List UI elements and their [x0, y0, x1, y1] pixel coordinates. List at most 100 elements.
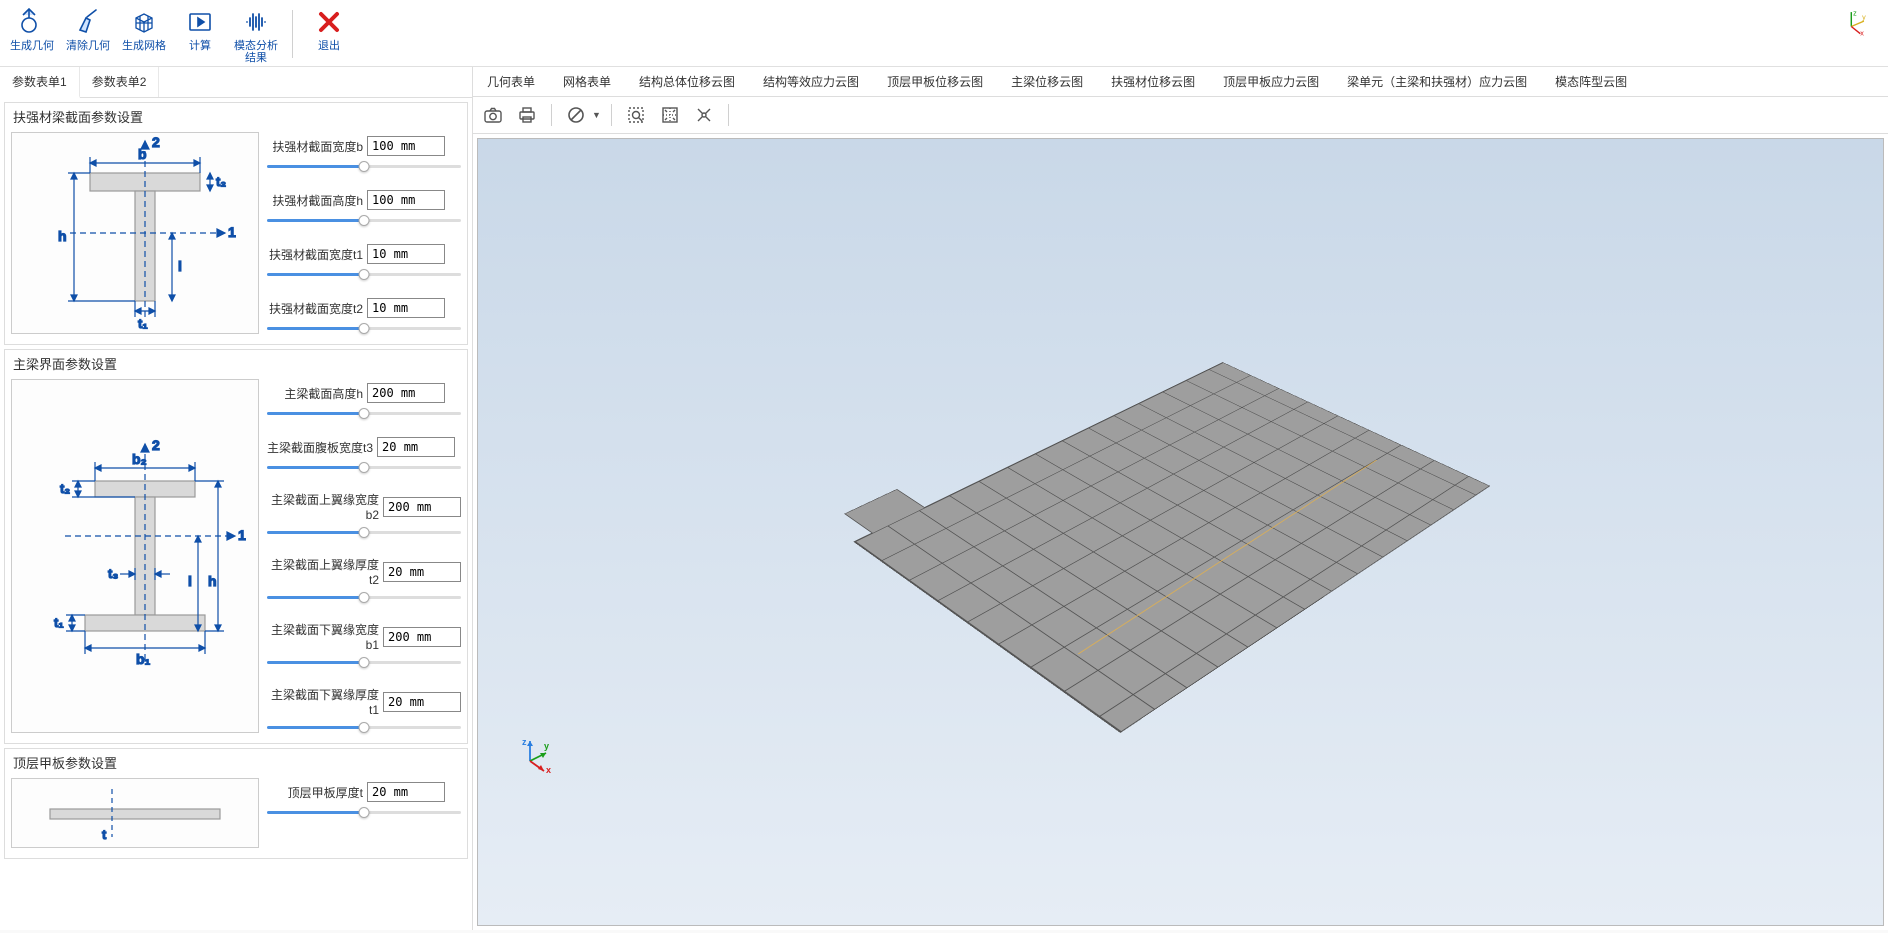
param-label: 顶层甲板厚度t [267, 784, 363, 801]
tab-modal-shape[interactable]: 模态阵型云图 [1541, 67, 1641, 96]
clear-geo-button[interactable]: 清除几何 [62, 6, 114, 62]
i-section-diagram: 2 1 b₂ t₂ [11, 379, 259, 733]
param-t1-input[interactable] [367, 244, 445, 264]
svg-text:x: x [1860, 29, 1864, 36]
gen-geo-label: 生成几何 [10, 40, 54, 52]
dropdown-caret-icon[interactable]: ▼ [592, 110, 601, 120]
screenshot-button[interactable] [479, 101, 507, 129]
svg-text:t₁: t₁ [54, 615, 64, 630]
param-b-slider[interactable] [267, 160, 461, 172]
clear-geo-label: 清除几何 [66, 40, 110, 52]
svg-text:1: 1 [238, 527, 246, 543]
exit-label: 退出 [318, 40, 340, 52]
fit-view-button[interactable] [656, 101, 684, 129]
param-mb-h-input[interactable] [367, 383, 445, 403]
play-icon [186, 8, 214, 36]
param-b: 扶强材截面宽度b [267, 136, 461, 172]
param-label: 扶强材截面高度h [267, 192, 363, 209]
tab-top-deck-stress[interactable]: 顶层甲板应力云图 [1209, 67, 1333, 96]
svg-text:2: 2 [152, 437, 160, 453]
param-label: 扶强材截面宽度t1 [267, 246, 363, 263]
param-t1: 扶强材截面宽度t1 [267, 244, 461, 280]
param-mb-h-slider[interactable] [267, 407, 461, 419]
zoom-box-button[interactable] [622, 101, 650, 129]
tab-top-deck-displacement[interactable]: 顶层甲板位移云图 [873, 67, 997, 96]
tab-beam-element-stress[interactable]: 梁单元（主梁和扶强材）应力云图 [1333, 67, 1541, 96]
stiffener-params: 扶强材截面宽度b 扶强材截面高度h 扶强 [267, 132, 461, 334]
tab-equivalent-stress[interactable]: 结构等效应力云图 [749, 67, 873, 96]
gen-geo-icon [18, 8, 46, 36]
param-mb-t1-input[interactable] [383, 692, 461, 712]
param-mb-t2-slider[interactable] [267, 591, 461, 603]
cancel-view-button[interactable] [562, 101, 590, 129]
param-t2-slider[interactable] [267, 322, 461, 334]
param-label: 主梁截面下翼缘宽度b1 [267, 621, 379, 652]
param-label: 扶强材截面宽度b [267, 138, 363, 155]
gen-mesh-button[interactable]: 生成网格 [118, 6, 170, 62]
svg-text:1: 1 [228, 224, 236, 240]
param-mb-t2-input[interactable] [383, 562, 461, 582]
tab-mesh-form[interactable]: 网格表单 [549, 67, 625, 96]
tab-main-beam-displacement[interactable]: 主梁位移云图 [997, 67, 1097, 96]
svg-text:i: i [188, 573, 192, 589]
param-mb-b2-slider[interactable] [267, 526, 461, 538]
right-panel: 几何表单 网格表单 结构总体位移云图 结构等效应力云图 顶层甲板位移云图 主梁位… [473, 67, 1888, 930]
axis-orientation-button[interactable]: z y x [1841, 9, 1866, 34]
gen-geo-button[interactable]: 生成几何 [6, 6, 58, 62]
param-t2: 扶强材截面宽度t2 [267, 298, 461, 334]
param-mb-t3: 主梁截面腹板宽度t3 [267, 437, 461, 473]
svg-text:2: 2 [152, 134, 160, 150]
3d-viewport[interactable]: z y x [477, 138, 1884, 926]
group-title: 主梁界面参数设置 [5, 350, 467, 377]
svg-text:y: y [544, 741, 549, 751]
main-beam-params: 主梁截面高度h 主梁截面腹板宽度t3 主梁截面上翼缘宽度b2 [267, 379, 461, 733]
param-deck-t-slider[interactable] [267, 806, 461, 818]
zoom-selection-icon [626, 105, 646, 125]
brush-icon [74, 8, 102, 36]
print-button[interactable] [513, 101, 541, 129]
svg-text:h: h [58, 228, 67, 244]
tab-param-form-2[interactable]: 参数表单2 [80, 67, 160, 97]
svg-text:b₂: b₂ [132, 451, 147, 467]
param-t1-slider[interactable] [267, 268, 461, 280]
param-h-input[interactable] [367, 190, 445, 210]
view-separator [728, 104, 729, 126]
main-area: 参数表单1 参数表单2 扶强材梁截面参数设置 [0, 67, 1888, 930]
mesh-cube-icon [130, 8, 158, 36]
top-deck-params: 顶层甲板厚度t [267, 778, 461, 848]
tab-geometry-form[interactable]: 几何表单 [473, 67, 549, 96]
viewport-axis-triad: z y x [516, 735, 556, 775]
param-label: 主梁截面高度h [267, 385, 363, 402]
compute-button[interactable]: 计算 [174, 6, 226, 62]
svg-text:h: h [208, 573, 217, 589]
left-panel: 参数表单1 参数表单2 扶强材梁截面参数设置 [0, 67, 473, 930]
param-mb-b2-input[interactable] [383, 497, 461, 517]
fit-all-icon [660, 105, 680, 125]
waveform-icon [242, 8, 270, 36]
modal-results-label: 模态分析结果 [232, 40, 280, 64]
param-mb-b1-slider[interactable] [267, 656, 461, 668]
close-x-icon [315, 8, 343, 36]
param-b-input[interactable] [367, 136, 445, 156]
tab-total-displacement[interactable]: 结构总体位移云图 [625, 67, 749, 96]
param-deck-t-input[interactable] [367, 782, 445, 802]
param-label: 主梁截面上翼缘宽度b2 [267, 491, 379, 522]
tab-stiffener-displacement[interactable]: 扶强材位移云图 [1097, 67, 1209, 96]
plate-section-diagram: t [11, 778, 259, 848]
svg-text:t₁: t₁ [138, 316, 148, 331]
param-mb-b1-input[interactable] [383, 627, 461, 647]
no-entry-icon [566, 105, 586, 125]
param-mb-t1-slider[interactable] [267, 721, 461, 733]
param-mb-t3-input[interactable] [377, 437, 455, 457]
param-mb-t3-slider[interactable] [267, 461, 461, 473]
pick-button[interactable] [690, 101, 718, 129]
exit-button[interactable]: 退出 [303, 6, 355, 62]
svg-text:i: i [178, 258, 182, 274]
param-t2-input[interactable] [367, 298, 445, 318]
svg-text:z: z [1853, 9, 1857, 18]
tab-param-form-1[interactable]: 参数表单1 [0, 67, 80, 98]
param-h-slider[interactable] [267, 214, 461, 226]
param-mb-h: 主梁截面高度h [267, 383, 461, 419]
modal-results-button[interactable]: 模态分析结果 [230, 6, 282, 62]
param-mb-b2: 主梁截面上翼缘宽度b2 [267, 491, 461, 538]
